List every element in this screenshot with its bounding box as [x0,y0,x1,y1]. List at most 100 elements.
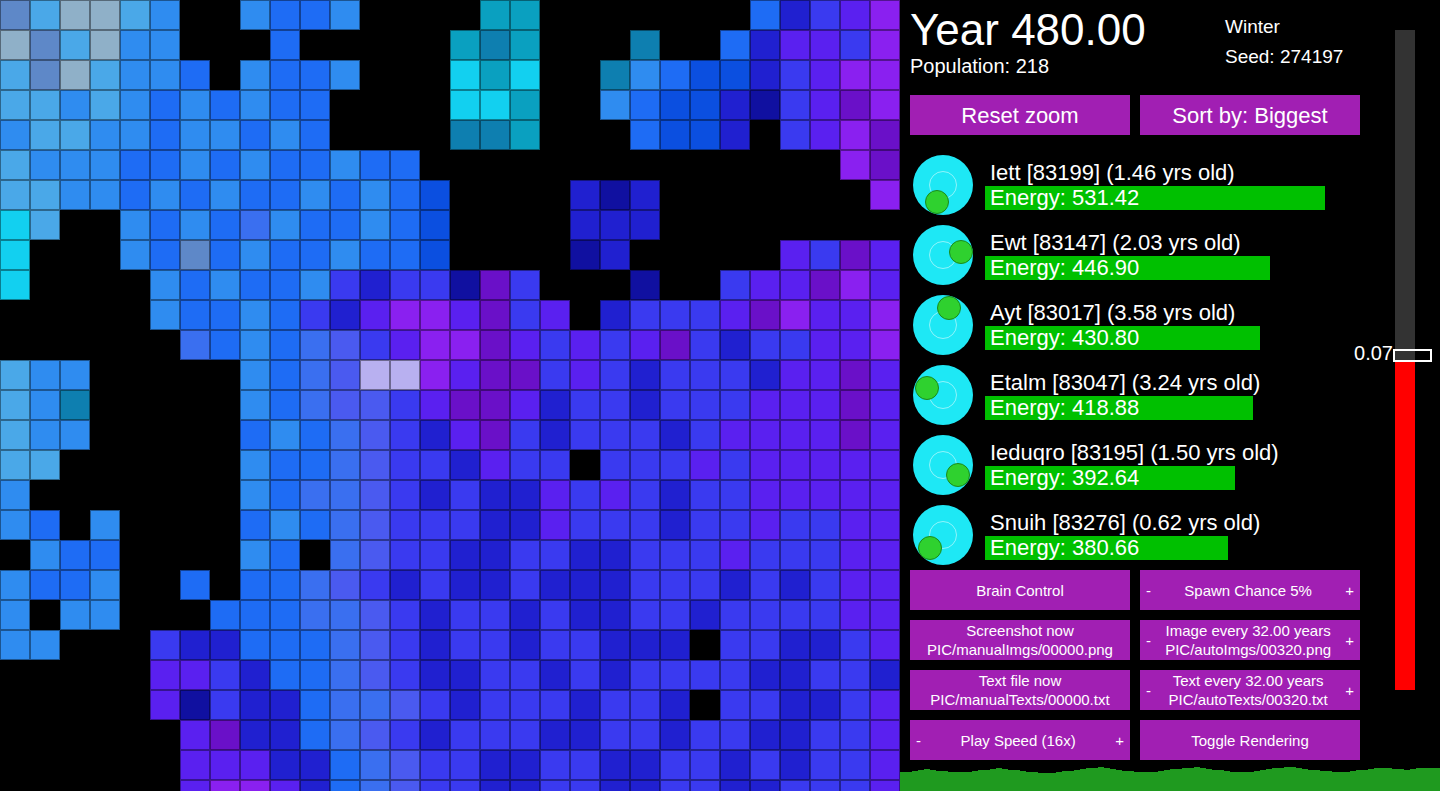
map-tile[interactable] [480,510,510,540]
map-tile[interactable] [300,360,330,390]
map-tile[interactable] [30,600,60,630]
map-tile[interactable] [120,180,150,210]
map-tile[interactable] [210,180,240,210]
map-tile[interactable] [0,480,30,510]
map-tile[interactable] [330,360,360,390]
map-tile[interactable] [150,210,180,240]
map-tile[interactable] [780,690,810,720]
map-tile[interactable] [0,270,30,300]
map-tile[interactable] [390,510,420,540]
map-tile[interactable] [30,330,60,360]
map-tile[interactable] [660,450,690,480]
map-tile[interactable] [510,750,540,780]
decrease-button[interactable]: - [1142,681,1155,700]
map-tile[interactable] [120,600,150,630]
map-tile[interactable] [0,30,30,60]
map-tile[interactable] [720,750,750,780]
map-tile[interactable] [690,60,720,90]
map-tile[interactable] [360,390,390,420]
map-tile[interactable] [360,240,390,270]
map-tile[interactable] [330,450,360,480]
map-tile[interactable] [420,540,450,570]
map-tile[interactable] [210,60,240,90]
map-tile[interactable] [750,600,780,630]
map-tile[interactable] [240,210,270,240]
map-tile[interactable] [480,720,510,750]
map-tile[interactable] [600,180,630,210]
map-tile[interactable] [270,300,300,330]
map-tile[interactable] [120,690,150,720]
creature-row[interactable]: Ayt [83017] (3.58 yrs old)Energy: 430.80 [910,290,1360,360]
map-tile[interactable] [270,420,300,450]
map-tile[interactable] [780,210,810,240]
map-tile[interactable] [300,570,330,600]
map-tile[interactable] [660,480,690,510]
map-tile[interactable] [420,240,450,270]
map-tile[interactable] [90,660,120,690]
map-tile[interactable] [540,690,570,720]
map-tile[interactable] [330,300,360,330]
map-tile[interactable] [780,300,810,330]
map-tile[interactable] [510,210,540,240]
map-tile[interactable] [690,780,720,791]
map-tile[interactable] [600,30,630,60]
map-tile[interactable] [720,690,750,720]
increase-button[interactable]: + [1341,681,1358,700]
map-tile[interactable] [390,90,420,120]
creature-body-icon[interactable] [913,295,973,355]
map-tile[interactable] [210,660,240,690]
map-tile[interactable] [840,750,870,780]
map-tile[interactable] [810,510,840,540]
map-tile[interactable] [600,270,630,300]
map-tile[interactable] [780,450,810,480]
map-tile[interactable] [480,120,510,150]
map-tile[interactable] [780,90,810,120]
map-tile[interactable] [270,570,300,600]
map-tile[interactable] [750,0,780,30]
map-tile[interactable] [570,330,600,360]
map-tile[interactable] [600,300,630,330]
map-tile[interactable] [480,270,510,300]
map-tile[interactable] [180,630,210,660]
map-tile[interactable] [270,630,300,660]
map-tile[interactable] [90,30,120,60]
map-tile[interactable] [840,390,870,420]
map-tile[interactable] [270,660,300,690]
map-tile[interactable] [210,210,240,240]
increase-button[interactable]: + [1341,631,1358,650]
map-tile[interactable] [630,750,660,780]
map-tile[interactable] [780,120,810,150]
map-tile[interactable] [510,240,540,270]
map-tile[interactable] [570,30,600,60]
map-tile[interactable] [210,540,240,570]
map-tile[interactable] [870,570,900,600]
decrease-button[interactable]: - [1142,631,1155,650]
map-tile[interactable] [60,570,90,600]
map-tile[interactable] [90,0,120,30]
map-tile[interactable] [810,210,840,240]
map-tile[interactable] [60,180,90,210]
map-tile[interactable] [690,210,720,240]
map-tile[interactable] [840,270,870,300]
map-tile[interactable] [420,330,450,360]
map-tile[interactable] [150,570,180,600]
map-tile[interactable] [480,0,510,30]
map-tile[interactable] [540,90,570,120]
map-tile[interactable] [870,420,900,450]
map-tile[interactable] [30,750,60,780]
map-tile[interactable] [360,270,390,300]
map-tile[interactable] [510,480,540,510]
map-tile[interactable] [690,510,720,540]
map-tile[interactable] [360,360,390,390]
map-tile[interactable] [720,30,750,60]
map-tile[interactable] [720,210,750,240]
map-tile[interactable] [180,540,210,570]
map-tile[interactable] [240,180,270,210]
map-tile[interactable] [210,150,240,180]
map-tile[interactable] [60,390,90,420]
map-tile[interactable] [570,750,600,780]
map-tile[interactable] [210,750,240,780]
map-tile[interactable] [690,480,720,510]
map-tile[interactable] [480,780,510,791]
map-tile[interactable] [450,240,480,270]
